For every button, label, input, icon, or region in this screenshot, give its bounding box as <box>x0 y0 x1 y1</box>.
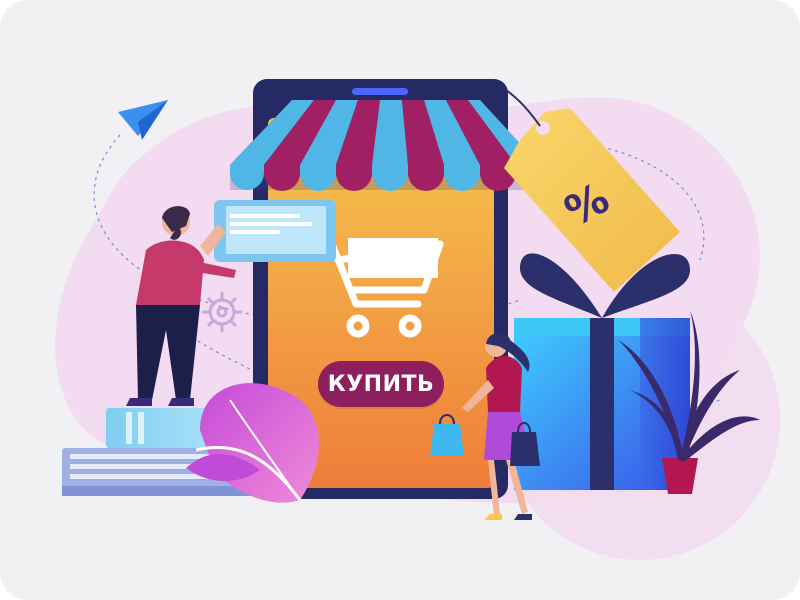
illustration-frame: % КУПИТЬ <box>0 0 800 600</box>
online-shopping-illustration <box>55 79 780 560</box>
paper-plane-icon <box>118 100 168 140</box>
buy-button[interactable]: КУПИТЬ <box>318 361 444 407</box>
message-bubble <box>214 200 336 262</box>
